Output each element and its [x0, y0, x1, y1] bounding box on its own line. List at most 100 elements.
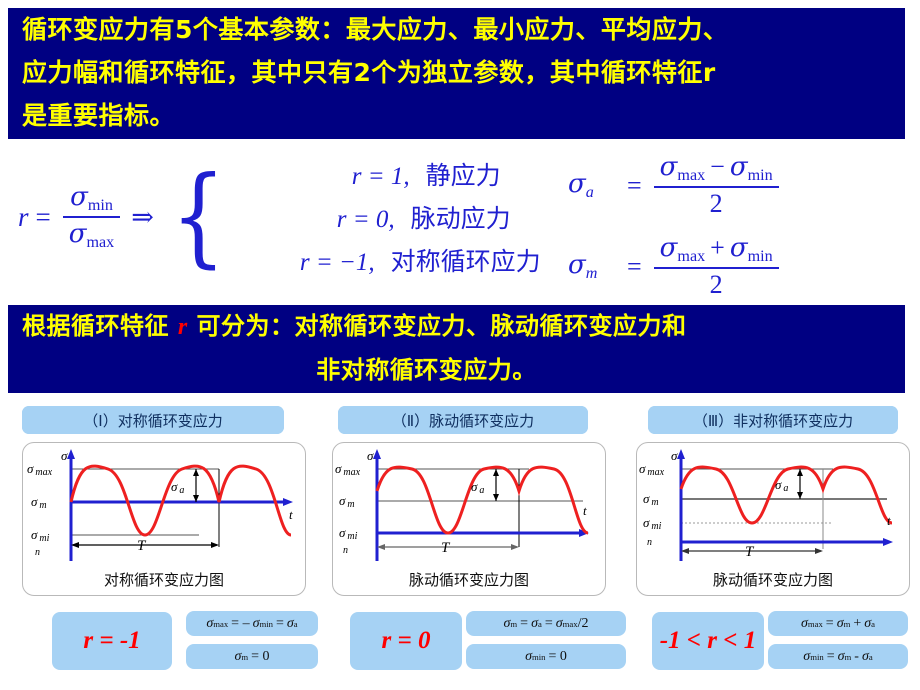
period-arrow-head-right: [815, 548, 823, 554]
result-formula-1a: σ max = – σ min = σ a: [186, 611, 318, 636]
case-3-condition: r = −1,: [299, 249, 375, 276]
banner1-line-1: 循环变应力有5个基本参数：最大应力、最小应力、平均应力、: [22, 15, 729, 44]
result-formula-2a: σ m = σ a = σ max/2: [466, 611, 626, 636]
result-formula-3a: σ max = σ m + σ a: [768, 611, 908, 636]
label-sigma-a: σa: [471, 479, 484, 496]
r-cases: r = 1, 静应力 r = 0, 脉动应力 r = −1, 对称循环应力: [235, 156, 541, 278]
sigma-a-arrow-head-top: [493, 469, 499, 476]
label-sigma-a: σa: [775, 477, 788, 494]
result-r-value-2: r = 0: [350, 612, 462, 670]
chart-header-2: （Ⅱ）脉动循环变应力: [338, 406, 588, 434]
y-axis-arrow: [67, 449, 75, 459]
chart-svg-pulsating: σ σ max σm σ mi n σa T t: [335, 448, 589, 561]
case-1-condition: r = 1,: [351, 163, 410, 190]
sigma-m-denominator: 2: [709, 270, 723, 300]
label-x-axis: t: [583, 503, 587, 518]
label-period: T: [441, 540, 451, 556]
sigma-a-arrow-head-top: [797, 469, 803, 476]
y-axis-arrow: [373, 449, 381, 459]
label-x-axis: t: [289, 507, 293, 522]
left-brace: {: [170, 153, 226, 279]
banner2-text-before: 根据循环特征: [22, 312, 178, 340]
banner2-r-symbol: r: [177, 314, 188, 340]
sigma-a-equals: =: [627, 170, 642, 200]
r-symbol: r: [18, 201, 29, 232]
label-sigma-min-wrap: n: [343, 545, 348, 556]
chart-caption-3: 脉动循环变应力图: [712, 571, 833, 589]
chart-header-3: （Ⅲ）非对称循环变应力: [648, 406, 898, 434]
label-sigma-min: σ mi: [31, 527, 50, 544]
case-symmetric: r = −1, 对称循环应力: [235, 242, 541, 278]
chart-panel-pulsating: σ σ max σm σ mi n σa T t 脉动循环变应力图: [332, 442, 606, 596]
label-sigma-max: σ max: [335, 461, 361, 478]
banner1-line-3: 是重要指标。: [22, 101, 176, 130]
result-formula-3b: σ min = σ m - σ a: [768, 644, 908, 669]
fraction-denominator: σmax: [68, 219, 115, 252]
label-sigma-m: σm: [643, 491, 659, 508]
sigma-a-arrow-head-bottom: [797, 492, 803, 499]
label-sigma-m: σm: [339, 493, 355, 510]
banner2-line-1: 根据循环特征 r 可分为：对称循环变应力、脉动循环变应力和: [8, 305, 905, 349]
equals-sign: =: [35, 201, 51, 232]
case-1-description: 静应力: [425, 161, 501, 190]
label-sigma-max: σ max: [27, 461, 53, 478]
stress-curve: [679, 465, 893, 525]
sigma-a-arrow-head-top: [193, 469, 199, 476]
banner-classification: 根据循环特征 r 可分为：对称循环变应力、脉动循环变应力和 非对称循环变应力。: [8, 305, 905, 393]
fraction-numerator: σmin: [70, 181, 113, 214]
x-axis-arrow: [283, 498, 293, 506]
implies-arrow: ⇒: [131, 201, 154, 232]
r-fraction: σmin σmax: [62, 181, 121, 252]
case-2-description: 脉动应力: [410, 204, 511, 233]
label-y-axis: σ: [671, 448, 678, 463]
label-y-axis: σ: [367, 448, 374, 463]
period-arrow-head-right: [211, 542, 219, 548]
banner2-text-after: 可分为：对称循环变应力、脉动循环变应力和: [187, 312, 687, 340]
banner1-line-2: 应力幅和循环特征，其中只有2个为独立参数，其中循环特征r: [22, 58, 716, 87]
chart-caption-1: 对称循环变应力图: [103, 571, 224, 589]
chart-svg-symmetric: σ σ max σm σ mi n σa T t: [27, 448, 293, 561]
period-arrow-head-right: [511, 544, 519, 550]
formula-area: r = σmin σmax ⇒ { r = 1, 静应力 r = 0, 脉动应力…: [0, 142, 920, 302]
label-x-axis: t: [887, 513, 891, 528]
x-axis-arrow: [883, 538, 893, 546]
label-period: T: [745, 544, 755, 560]
sigma-a-denominator: 2: [709, 189, 723, 219]
banner2-line-2: 非对称循环变应力。: [316, 356, 537, 384]
result-formula-1b: σ m = 0: [186, 644, 318, 669]
case-static: r = 1, 静应力: [235, 156, 541, 192]
result-formula-2b: σ min = 0: [466, 644, 626, 669]
sigma-a-numerator: σmax − σmin: [659, 152, 773, 185]
stress-amplitude-formulas: σa = σmax − σmin 2 σm = σmax + σmin 2: [568, 152, 784, 300]
chart-header-1: （Ⅰ）对称循环变应力: [22, 406, 284, 434]
sigma-m-fraction: σmax + σmin 2: [653, 233, 779, 300]
chart-caption-2: 脉动循环变应力图: [408, 571, 529, 589]
sigma-m-lhs: σm: [568, 250, 598, 283]
case-3-description: 对称循环应力: [390, 247, 541, 276]
sigma-a-lhs: σa: [568, 169, 594, 202]
chart-panel-asymmetric: σ σ max σm σ mi n σa T t 脉动循环变应力图: [636, 442, 910, 596]
sigma-m-equals: =: [627, 251, 642, 281]
label-sigma-min: σ mi: [643, 515, 662, 532]
y-axis-arrow: [677, 449, 685, 459]
stress-curve: [375, 465, 589, 535]
label-sigma-max: σ max: [639, 461, 665, 478]
label-period: T: [137, 538, 147, 554]
label-sigma-min-wrap: n: [35, 547, 40, 558]
label-sigma-a: σa: [171, 479, 184, 496]
result-r-value-3: -1 < r < 1: [652, 612, 764, 670]
banner-parameters: 循环变应力有5个基本参数：最大应力、最小应力、平均应力、 应力幅和循环特征，其中…: [8, 8, 905, 139]
case-2-condition: r = 0,: [336, 206, 395, 233]
r-definition-formula: r = σmin σmax ⇒ { r = 1, 静应力 r = 0, 脉动应力…: [18, 156, 541, 278]
label-y-axis: σ: [61, 448, 68, 463]
chart-svg-asymmetric: σ σ max σm σ mi n σa T t: [639, 448, 893, 561]
label-sigma-min-wrap: n: [647, 537, 652, 548]
label-sigma-m: σm: [31, 494, 47, 511]
sigma-a-formula: σa = σmax − σmin 2: [568, 152, 784, 219]
result-r-value-1: r = -1: [52, 612, 172, 670]
case-pulsating: r = 0, 脉动应力: [235, 199, 541, 235]
sigma-a-fraction: σmax − σmin 2: [653, 152, 779, 219]
sigma-a-arrow-head-bottom: [493, 494, 499, 501]
label-sigma-min: σ mi: [339, 525, 358, 542]
sigma-m-numerator: σmax + σmin: [659, 233, 773, 266]
